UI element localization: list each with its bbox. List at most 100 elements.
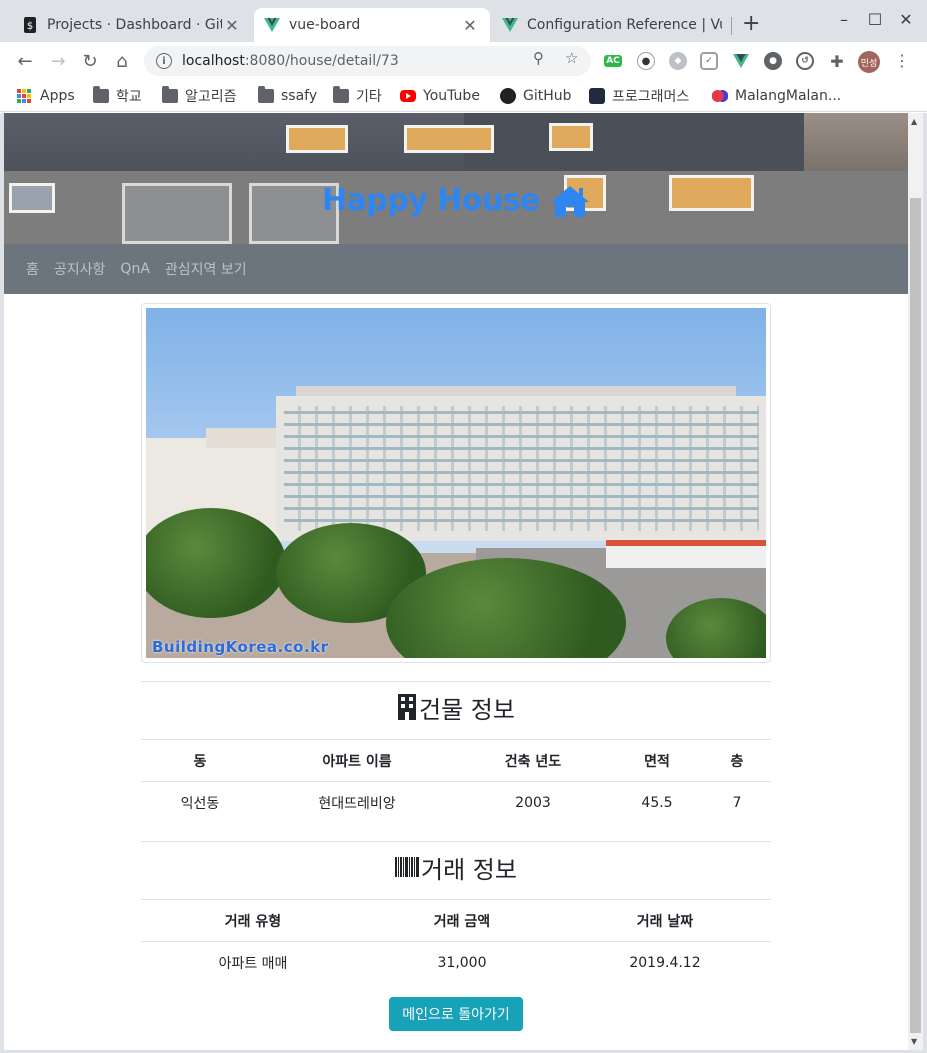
scroll-down-icon[interactable]: ▼ [911,1037,917,1046]
cell-deal-date: 2019.4.12 [629,954,701,971]
nav-notice[interactable]: 공지사항 [54,259,106,279]
tab-gitlab[interactable]: $ Projects · Dashboard · GitLab ✕ [12,8,252,42]
hero-window [549,123,593,151]
cell-floor: 7 [732,794,742,811]
bookmark-label: 기타 [356,89,382,105]
vue-favicon-icon [502,17,518,33]
bookmark-label: 프로그래머스 [612,89,690,105]
bookmark-label: MalangMalan... [735,88,842,104]
building-info-title: 건물 정보 [419,695,515,724]
close-tab-icon[interactable]: ✕ [222,16,242,35]
ext-privacy-icon[interactable]: ✓ [700,52,718,70]
browser-toolbar: ← → ↻ ⌂ i localhost:8080/house/detail/73… [0,42,927,80]
url-path: :8080/house/detail/73 [244,53,399,69]
col-apt-name: 아파트 이름 [259,739,455,782]
close-tab-icon[interactable]: ✕ [460,16,480,35]
maximize-icon[interactable]: ☐ [860,10,890,29]
bookmark-github[interactable]: GitHub [500,86,572,106]
bookmark-label: Apps [40,88,75,104]
bookmark-label: 알고리즘 [185,89,237,105]
col-dong: 동 [141,739,259,782]
ext-panda-icon[interactable]: ● [637,52,655,70]
hero-window [404,125,494,153]
bookmark-label: YouTube [423,88,480,104]
col-floor: 층 [703,739,771,782]
nav-interest-area[interactable]: 관심지역 보기 [165,259,247,279]
tab-strip: $ Projects · Dashboard · GitLab ✕ vue-bo… [0,0,927,42]
cell-build-year: 2003 [515,794,551,811]
address-bar[interactable]: i localhost:8080/house/detail/73 [144,46,591,76]
building-info-table: 동 아파트 이름 건축 년도 면적 층 익선동 현대뜨레비앙 2003 45.5… [141,739,771,824]
tab-vue-board[interactable]: vue-board ✕ [254,8,490,42]
apartment-photo-card: BuildingKorea.co.kr [141,303,771,663]
bookmark-youtube[interactable]: YouTube [400,86,480,106]
bookmark-label: GitHub [523,88,572,104]
nav-qna[interactable]: QnA [120,261,149,277]
bookmark-apps[interactable]: Apps [17,86,75,106]
divider [141,841,771,842]
bookmark-label: 학교 [116,89,142,105]
site-navbar: 홈 공지사항 QnA 관심지역 보기 [4,244,908,294]
extensions-puzzle-icon[interactable]: ✚ [828,52,846,71]
photo-building [206,428,281,448]
photo-building-windows [284,406,759,531]
cell-deal-type: 아파트 매매 [218,955,288,972]
scrollbar-thumb[interactable] [910,198,921,1033]
col-deal-type: 거래 유형 [141,899,365,942]
bookmark-star-icon[interactable]: ☆ [565,49,578,67]
home-icon[interactable]: ⌂ [111,50,133,72]
page-viewport: Happy House 홈 공지사항 QnA 관심지역 보기 BuildingK… [4,113,908,1050]
site-brand[interactable]: Happy House [4,183,908,218]
folder-icon [162,86,178,103]
zoom-icon[interactable]: ⚲ [533,49,544,67]
tab-title: Projects · Dashboard · GitLab [47,17,222,33]
forward-arrow-icon[interactable]: → [47,50,69,72]
col-build-year: 건축 년도 [455,739,611,782]
ext-shield-icon[interactable]: ◆ [669,52,687,70]
back-arrow-icon[interactable]: ← [14,50,36,72]
new-tab-icon[interactable]: + [742,13,760,35]
back-to-main-button[interactable]: 메인으로 돌아가기 [389,997,523,1031]
ext-ac-icon[interactable]: AC [604,55,622,67]
bookmarks-bar: Apps 학교 알고리즘 ssafy 기타 YouTube GitHub 프로그… [0,80,927,112]
building-info-heading: 건물 정보 [141,689,771,725]
page-scrollbar[interactable]: ▲ ▼ [908,113,923,1050]
bookmark-folder-etc[interactable]: 기타 [333,86,382,106]
reload-icon[interactable]: ↻ [79,50,101,72]
hero-header: Happy House [4,113,908,244]
scroll-up-icon[interactable]: ▲ [911,117,917,126]
bookmark-folder-algorithm[interactable]: 알고리즘 [162,86,237,106]
gitlab-favicon-icon: $ [22,17,38,33]
github-icon [500,88,516,104]
kebab-menu-icon[interactable]: ⋮ [894,51,910,70]
window-frame [923,113,927,1053]
hero-window [286,125,348,153]
table-row: 익선동 현대뜨레비앙 2003 45.5 7 [141,782,771,824]
building-icon [398,694,417,720]
bookmark-programmers[interactable]: 프로그래머스 [589,86,689,106]
photo-shops [606,540,766,568]
bookmark-folder-school[interactable]: 학교 [93,86,142,106]
table-row: 아파트 매매 31,000 2019.4.12 [141,942,771,984]
profile-avatar[interactable]: 민성 [858,51,880,73]
site-info-icon[interactable]: i [156,53,172,69]
folder-icon [333,86,349,103]
table-header-row: 동 아파트 이름 건축 년도 면적 층 [141,739,771,782]
brand-title: Happy House [321,183,541,218]
tab-vue-cli[interactable]: Configuration Reference | Vue CLI [492,8,732,42]
cell-deal-amount: 31,000 [437,954,487,971]
nav-home[interactable]: 홈 [26,259,39,279]
ext-circle-icon[interactable]: ● [764,52,782,70]
bookmark-folder-ssafy[interactable]: ssafy [258,86,317,106]
minimize-icon[interactable]: – [829,10,859,29]
ext-refresh-icon[interactable]: ↺ [796,52,814,70]
deal-info-table: 거래 유형 거래 금액 거래 날짜 아파트 매매 31,000 2019.4.1… [141,899,771,984]
col-area: 면적 [611,739,703,782]
bookmark-label: ssafy [281,88,318,104]
svg-text:$: $ [27,21,33,32]
youtube-icon [400,90,416,102]
ext-vue-devtools-icon[interactable] [732,52,750,70]
bookmark-malang[interactable]: MalangMalan... [712,86,841,106]
close-window-icon[interactable]: ✕ [891,10,921,29]
table-header-row: 거래 유형 거래 금액 거래 날짜 [141,899,771,942]
